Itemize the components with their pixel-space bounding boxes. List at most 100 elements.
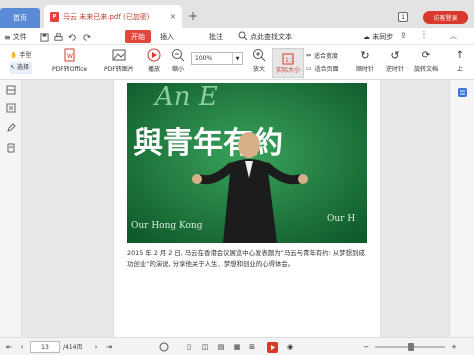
- speaker-photo-graphic: An E 與青年有約 Our Hong Kong Our H: [127, 83, 367, 243]
- fit-page-icon: ▭: [306, 65, 312, 72]
- rotate-clockwise-label: 顺时针: [356, 66, 375, 73]
- banner-text-bottom-left: Our Hong Kong: [131, 221, 203, 231]
- speaker-head: [238, 132, 260, 158]
- next-page-icon[interactable]: ›: [90, 341, 102, 353]
- annotation-icon[interactable]: [5, 122, 17, 134]
- title-tab-bar: 首页 P 马云 未来已来.pdf (已加密) × + 1 访客登录: [0, 0, 474, 28]
- double-continuous-icon[interactable]: ▦: [231, 341, 243, 353]
- prev-page-label: 上: [456, 66, 463, 73]
- print-icon[interactable]: [54, 32, 63, 42]
- tab-document[interactable]: P 马云 未来已来.pdf (已加密) ×: [44, 5, 182, 28]
- fit-width-icon: ⇔: [306, 52, 312, 59]
- fit-width-button[interactable]: ⇔ 适合宽度: [306, 51, 338, 60]
- zoom-slider[interactable]: [375, 343, 445, 351]
- thumbnails-icon[interactable]: [5, 84, 17, 96]
- photo-caption: 2015 年 2 月 2 日, 马云在香港会议展览中心发表题为“马云与青年有约:…: [127, 249, 365, 268]
- hand-tool-label: 手型: [19, 52, 32, 59]
- rotate-counterclockwise-button[interactable]: ↺ 逆时针: [386, 48, 405, 74]
- chevron-up-icon[interactable]: ︿: [450, 31, 457, 41]
- rotate-counterclockwise-label: 逆时针: [386, 66, 405, 73]
- banner-text-bottom-right: Our H: [327, 214, 355, 224]
- zoom-select[interactable]: 100% ▼: [191, 52, 243, 65]
- pdf-page: An E 與青年有約 Our Hong Kong Our H 2015 年 2 …: [114, 80, 380, 337]
- zoom-in-small-icon[interactable]: +: [448, 341, 460, 353]
- file-menu[interactable]: ≡ 文件: [4, 31, 27, 43]
- pdf-to-office-label: PDF转Office: [52, 66, 88, 73]
- tab-home[interactable]: 首页: [0, 8, 40, 28]
- pdf-to-image-button[interactable]: PDF转图片: [104, 48, 134, 73]
- sync-status[interactable]: ☁ 未同步: [363, 32, 393, 42]
- sync-status-label: 未同步: [372, 33, 394, 41]
- svg-text:W: W: [67, 53, 73, 60]
- banner-text-top: An E: [153, 83, 218, 112]
- tab-insert[interactable]: 插入: [160, 31, 174, 43]
- find-text-input[interactable]: 点此查找文本: [250, 31, 292, 43]
- fit-page-label: 适合页面: [314, 66, 339, 73]
- hand-tool[interactable]: ✋ 手型: [10, 50, 32, 62]
- share-icon[interactable]: ⇪: [400, 31, 407, 40]
- tab-start[interactable]: 开始: [125, 30, 151, 43]
- rotate-document-label: 旋转文档: [414, 66, 439, 73]
- play-button[interactable]: 播放: [147, 48, 161, 73]
- zoom-out-label: 缩小: [171, 66, 184, 73]
- zoom-out-small-icon[interactable]: −: [360, 341, 372, 353]
- first-page-icon[interactable]: ⇤: [3, 341, 15, 353]
- zoom-in-icon: [252, 48, 266, 62]
- search-icon: [238, 31, 248, 41]
- file-menu-label: 文件: [12, 33, 27, 41]
- continuous-page-icon[interactable]: ▤: [215, 341, 227, 353]
- zoom-out-button[interactable]: 缩小: [171, 48, 185, 73]
- cover-mode-icon[interactable]: ⊞: [246, 341, 258, 353]
- attachment-icon[interactable]: [5, 142, 17, 154]
- play-mode-icon[interactable]: [266, 341, 278, 353]
- rotate-counterclockwise-icon: ↺: [390, 48, 400, 62]
- redo-icon[interactable]: [82, 33, 91, 42]
- actual-size-button[interactable]: 1:1 实际大小: [272, 48, 304, 78]
- close-tab-icon[interactable]: ×: [168, 12, 178, 21]
- fit-page-button[interactable]: ▭ 适合页面: [306, 64, 339, 73]
- cursor-icon: ↖: [10, 64, 16, 71]
- settings-icon[interactable]: [456, 86, 468, 98]
- cloud-icon: ☁: [363, 33, 370, 41]
- new-tab-button[interactable]: +: [186, 9, 200, 23]
- right-panel: [449, 80, 474, 337]
- document-viewer[interactable]: An E 與青年有約 Our Hong Kong Our H 2015 年 2 …: [22, 80, 449, 337]
- chevron-down-icon[interactable]: ▼: [232, 53, 242, 64]
- pdf-to-office-button[interactable]: W PDF转Office: [52, 48, 87, 73]
- single-page-icon[interactable]: ▯: [183, 341, 195, 353]
- prev-page-icon[interactable]: ‹: [16, 341, 28, 353]
- fit-width-label: 适合宽度: [314, 53, 339, 60]
- quick-tools: [40, 31, 91, 43]
- double-page-icon[interactable]: ◫: [199, 341, 211, 353]
- banner-text-main: 與青年有約: [133, 126, 283, 161]
- eye-care-icon[interactable]: ◉: [284, 341, 296, 353]
- actual-size-icon: 1:1: [282, 53, 294, 64]
- more-icon[interactable]: ⋮: [420, 30, 428, 39]
- left-sidebar: [0, 80, 22, 337]
- hamburger-icon: ≡: [4, 32, 11, 42]
- select-tool[interactable]: ↖ 选择: [10, 62, 32, 74]
- hand-icon: ✋: [10, 52, 18, 59]
- page-number-input[interactable]: 13: [30, 341, 60, 353]
- rotate-document-icon: ⟳: [421, 49, 431, 61]
- tab-annotate[interactable]: 批注: [209, 31, 223, 43]
- visitor-login-button[interactable]: 访客登录: [423, 11, 468, 24]
- read-mode-icon[interactable]: [158, 341, 170, 353]
- bookmark-icon[interactable]: [5, 102, 17, 114]
- zoom-in-label: 放大: [252, 66, 265, 73]
- save-icon[interactable]: [40, 32, 49, 42]
- svg-text:1:1: 1:1: [285, 57, 294, 64]
- status-bar: ⇤ ‹ 13 /414页 › ⇥ ▯ ◫ ▤ ▦ ⊞ ◉ − +: [0, 337, 474, 355]
- window-count-badge[interactable]: 1: [398, 12, 408, 22]
- zoom-in-button[interactable]: 放大: [252, 48, 266, 73]
- rotate-document-button[interactable]: ⟳ 旋转文档: [414, 48, 439, 74]
- rotate-clockwise-icon: ↻: [360, 48, 370, 62]
- zoom-out-icon: [171, 48, 185, 62]
- pdf-to-office-icon: W: [63, 48, 77, 62]
- zoom-slider-handle[interactable]: [408, 343, 414, 351]
- zoom-value: 100%: [195, 55, 213, 62]
- prev-page-button[interactable]: ↑ 上: [453, 48, 467, 74]
- undo-icon[interactable]: [68, 33, 77, 42]
- rotate-clockwise-button[interactable]: ↻ 顺时针: [356, 48, 375, 74]
- last-page-icon[interactable]: ⇥: [103, 341, 115, 353]
